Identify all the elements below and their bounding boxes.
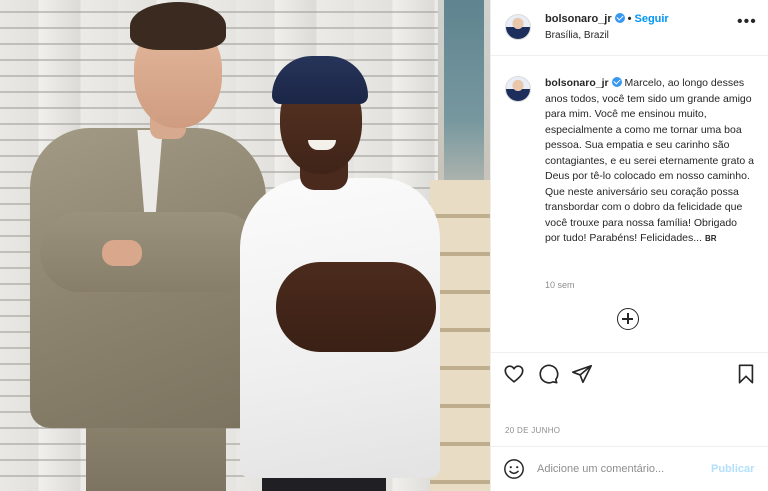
verified-badge-icon (611, 77, 622, 87)
caption-username-link[interactable]: bolsonaro_jr (545, 77, 609, 89)
man-right-crossed-arms (276, 262, 436, 352)
username-link[interactable]: bolsonaro_jr (545, 13, 612, 25)
separator-dot: • (627, 13, 632, 25)
follow-button[interactable]: Seguir (634, 13, 668, 25)
language-tag: BR (704, 234, 717, 243)
emoji-icon[interactable] (503, 458, 525, 480)
post-time-ago[interactable]: 10 sem (545, 280, 575, 290)
share-icon[interactable] (571, 363, 593, 385)
man-left-hand (102, 240, 142, 266)
publish-button[interactable]: Publicar (711, 463, 754, 475)
comment-icon[interactable] (537, 363, 559, 385)
man-left-crossed-arms (40, 212, 260, 292)
add-circle-icon[interactable] (617, 308, 639, 330)
post-side-panel: bolsonaro_jr • Seguir Brasília, Brazil •••… (490, 0, 768, 491)
action-bar (491, 352, 768, 396)
post-date: 20 DE JUNHO (505, 426, 561, 435)
post-header: bolsonaro_jr • Seguir Brasília, Brazil ••• (491, 0, 768, 56)
background-window (444, 0, 484, 200)
more-options-icon[interactable]: ••• (737, 14, 756, 34)
post-photo[interactable] (0, 0, 490, 491)
comment-bar: Publicar (491, 446, 768, 491)
avatar[interactable] (505, 14, 531, 40)
man-left-hair (130, 2, 226, 50)
bookmark-icon[interactable] (735, 363, 757, 385)
header-user-row: bolsonaro_jr • Seguir (545, 13, 669, 25)
caption-text: bolsonaro_jr Marcelo, ao longo desses an… (545, 76, 755, 247)
caption-body: Marcelo, ao longo desses anos todos, voc… (545, 77, 754, 244)
caption-avatar[interactable] (505, 76, 531, 102)
location-link[interactable]: Brasília, Brazil (545, 30, 609, 41)
comment-input[interactable] (537, 460, 697, 478)
heart-icon[interactable] (503, 363, 525, 385)
verified-badge-icon (614, 13, 625, 23)
